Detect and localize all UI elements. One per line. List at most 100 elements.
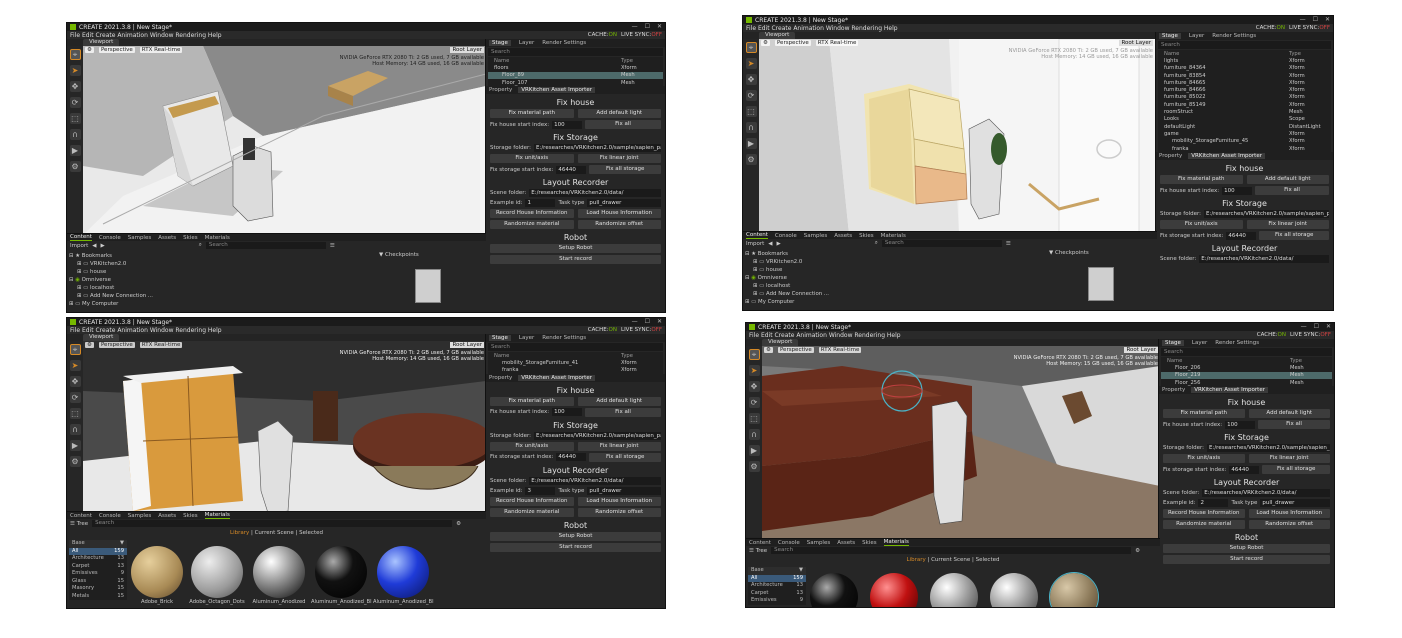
storage-start-input[interactable]: 46440 <box>556 165 587 174</box>
tab-console[interactable]: Console <box>99 235 121 241</box>
base-dropdown[interactable]: Base ▼ <box>69 540 127 548</box>
randomize-material-button[interactable]: Randomize material <box>490 220 574 230</box>
tab-stage[interactable]: Stage <box>1162 340 1184 346</box>
physics-icon[interactable]: ⚙ <box>69 456 81 467</box>
fix-unit-axis-button[interactable]: Fix unit/axis <box>1163 454 1245 464</box>
tab-skies[interactable]: Skies <box>859 233 873 239</box>
cache-state[interactable]: ON <box>1278 332 1286 338</box>
maximize-icon[interactable]: ☐ <box>645 318 650 325</box>
tab-materials[interactable]: Materials <box>883 539 909 546</box>
tree-item[interactable]: ⊞ ▭ My Computer <box>745 298 885 306</box>
live-sync-state[interactable]: OFF <box>651 327 662 333</box>
tab-layer[interactable]: Layer <box>1192 340 1207 346</box>
category-item[interactable]: Metals 15 <box>69 593 127 601</box>
tab-assets[interactable]: Assets <box>158 235 176 241</box>
load-house-button[interactable]: Load House Information <box>577 496 661 506</box>
viewport[interactable]: ⚙ Perspective RTX Real-time Root Layer NVI… <box>83 341 486 513</box>
tab-materials[interactable]: Materials <box>204 512 230 519</box>
fix-linear-joint-button[interactable]: Fix linear joint <box>1246 220 1329 230</box>
house-start-input[interactable]: 100 <box>552 120 583 129</box>
house-start-input[interactable]: 100 <box>1225 420 1256 429</box>
tree-item[interactable]: ⊞ ▭ My Computer <box>69 300 209 308</box>
tree-item[interactable]: ⊞ ▭ house <box>69 268 209 276</box>
select-icon[interactable]: ⌖ <box>745 42 757 53</box>
rotate-icon[interactable]: ⟳ <box>69 97 81 108</box>
tab-assets[interactable]: Assets <box>834 233 852 239</box>
materials-search-input[interactable]: Search <box>771 547 1132 554</box>
move-icon[interactable]: ✥ <box>69 81 81 92</box>
tree-item[interactable]: ⊟ ★ Bookmarks <box>69 252 209 260</box>
task-type-select[interactable]: pull_drawer <box>1260 499 1330 508</box>
tree-item[interactable]: ⊞ ▭ localhost <box>745 282 885 290</box>
stage-row[interactable]: Floor_256 Mesh <box>1161 379 1332 386</box>
randomize-offset-button[interactable]: Randomize offset <box>577 507 661 517</box>
category-item[interactable]: Architecture 13 <box>69 555 127 563</box>
rotate-icon[interactable]: ⟳ <box>745 90 757 101</box>
stage-row[interactable]: franka Xform <box>488 367 663 374</box>
content-search-input[interactable]: Search <box>205 242 326 249</box>
material-thumb[interactable] <box>131 546 183 598</box>
start-record-button[interactable]: Start record <box>490 542 661 552</box>
fix-material-path-button[interactable]: Fix material path <box>490 396 574 406</box>
tab-content[interactable]: Content <box>70 513 92 519</box>
category-item[interactable]: Emissives 9 <box>748 597 806 605</box>
category-item[interactable]: Emissives 9 <box>69 570 127 578</box>
tab-asset-importer[interactable]: VRKitchen Asset Importer <box>518 87 595 94</box>
material-thumb[interactable] <box>1049 572 1099 607</box>
stage-search-input[interactable]: Search <box>488 343 663 351</box>
example-id-input[interactable]: 3 <box>525 486 556 495</box>
viewport[interactable]: ⚙ Perspective RTX Real-time Root Layer NVI… <box>762 346 1160 539</box>
menu-bar[interactable]: File Edit Create Animation Window Render… <box>743 24 1333 32</box>
tab-render-settings[interactable]: Render Settings <box>1215 340 1259 346</box>
stage-row[interactable]: Looks Scope <box>1158 116 1331 123</box>
tree-item[interactable]: ⊞ ▭ VRKitchen2.0 <box>69 260 209 268</box>
viewport-tab[interactable]: Viewport <box>83 334 120 341</box>
stage-search-input[interactable]: Search <box>1158 41 1331 49</box>
tab-samples[interactable]: Samples <box>128 235 152 241</box>
content-search-input[interactable]: Search <box>881 240 1002 247</box>
select-icon[interactable]: ⌖ <box>69 49 81 60</box>
camera-perspective-button[interactable]: Perspective <box>98 47 135 53</box>
storage-start-input[interactable]: 46440 <box>1226 231 1257 240</box>
category-item[interactable]: Glass 15 <box>69 578 127 586</box>
settings-icon[interactable]: ⚙ <box>85 47 94 53</box>
randomize-offset-button[interactable]: Randomize offset <box>1248 520 1330 530</box>
scale-icon[interactable]: ⬚ <box>748 413 760 424</box>
stage-row[interactable]: Floor_206 Mesh <box>1161 364 1332 371</box>
stage-row[interactable]: furniture_85149 Xform <box>1158 101 1331 108</box>
tab-render-settings[interactable]: Render Settings <box>542 40 586 46</box>
tree-button[interactable]: ☰ Tree <box>749 548 767 554</box>
materials-search-input[interactable]: Search <box>92 520 453 527</box>
fix-material-path-button[interactable]: Fix material path <box>1160 175 1243 185</box>
rtx-mode-button[interactable]: RTX Real-time <box>815 40 859 46</box>
rtx-mode-button[interactable]: RTX Real-time <box>139 47 183 53</box>
fix-all-storage-button[interactable]: Fix all storage <box>589 452 661 462</box>
tab-content[interactable]: Content <box>746 232 768 239</box>
stage-row[interactable]: game Xform <box>1158 130 1331 137</box>
tab-property[interactable]: Property <box>489 375 512 381</box>
load-house-button[interactable]: Load House Information <box>577 209 661 219</box>
setup-robot-button[interactable]: Setup Robot <box>1163 544 1330 554</box>
close-icon[interactable]: ✕ <box>1326 323 1331 330</box>
fix-linear-joint-button[interactable]: Fix linear joint <box>1248 454 1330 464</box>
cache-state[interactable]: ON <box>1277 25 1285 31</box>
material-thumb[interactable] <box>990 573 1038 607</box>
tree-item[interactable]: ⊞ ▭ localhost <box>69 284 209 292</box>
import-button[interactable]: Import <box>746 241 764 247</box>
tab-layer[interactable]: Layer <box>519 40 534 46</box>
tab-console[interactable]: Console <box>775 233 797 239</box>
play-icon[interactable]: ▶ <box>69 440 81 451</box>
stage-row[interactable]: lights Xform <box>1158 57 1331 64</box>
fix-all-button[interactable]: Fix all <box>1255 186 1329 196</box>
example-id-input[interactable]: 2 <box>1198 499 1229 508</box>
import-button[interactable]: Import <box>70 243 88 249</box>
tab-asset-importer[interactable]: VRKitchen Asset Importer <box>518 374 595 381</box>
close-icon[interactable]: ✕ <box>657 318 662 325</box>
tree-item[interactable]: ⊞ ▭ Add New Connection ... <box>745 290 885 298</box>
live-sync-state[interactable]: OFF <box>651 32 662 38</box>
rtx-mode-button[interactable]: RTX Real-time <box>818 347 862 353</box>
tab-skies[interactable]: Skies <box>862 540 876 546</box>
tab-console[interactable]: Console <box>778 540 800 546</box>
stage-row[interactable]: furniture_84666 Xform <box>1158 86 1331 93</box>
physics-icon[interactable]: ⚙ <box>748 461 760 472</box>
